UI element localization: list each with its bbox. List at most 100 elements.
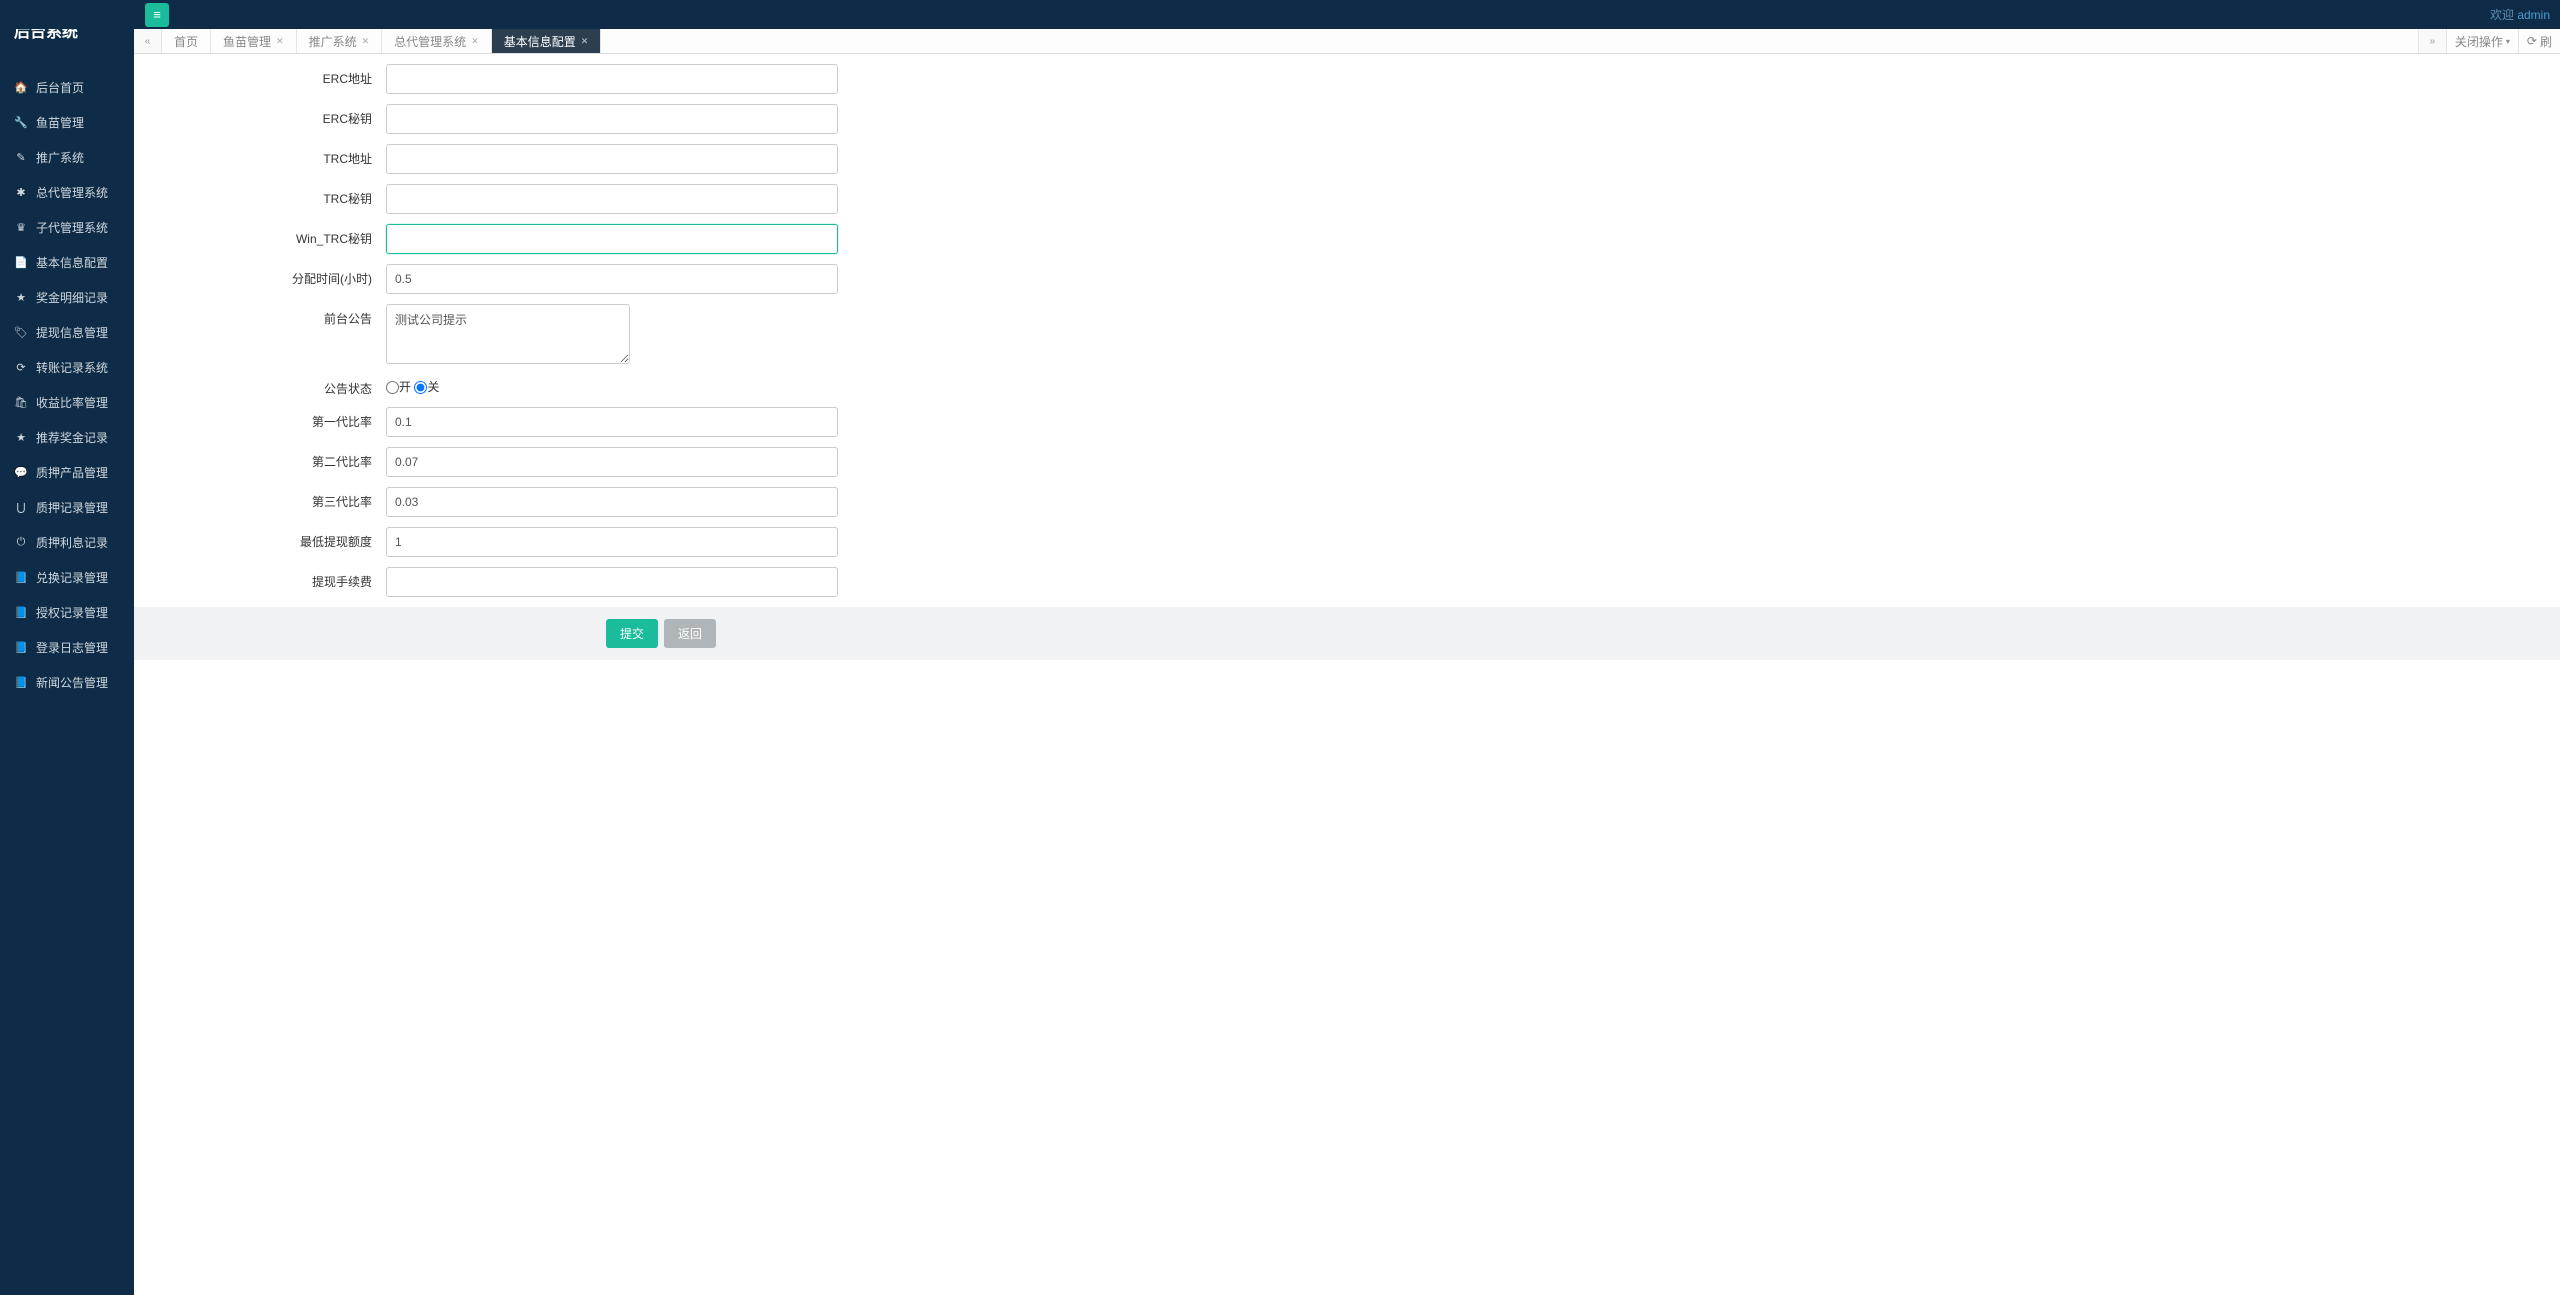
sidebar-item[interactable]: ★ 奖金明细记录 (0, 280, 134, 315)
tab-label: 总代管理系统 (394, 33, 466, 50)
sidebar-item-label: 登录日志管理 (36, 639, 108, 656)
win-trc-secret-label: Win_TRC秘钥 (152, 224, 386, 247)
sidebar-item-icon: ⋃ (14, 501, 28, 514)
sidebar-item-icon: ♛ (14, 221, 28, 234)
welcome-user[interactable]: admin (2517, 8, 2550, 22)
sidebar-item-label: 奖金明细记录 (36, 289, 108, 306)
notice-status-off-label: 关 (427, 380, 439, 394)
tabs-bar: « 首页鱼苗管理✕推广系统✕总代管理系统✕基本信息配置✕ » 关闭操作 ▾ ⟳ … (134, 29, 2560, 54)
tab[interactable]: 推广系统✕ (297, 29, 383, 53)
sidebar-item-label: 质押产品管理 (36, 464, 108, 481)
sidebar-item[interactable]: 🛍收益比率管理 (0, 385, 134, 420)
submit-button[interactable]: 提交 (606, 619, 658, 648)
hamburger-icon: ≡ (153, 7, 161, 22)
gen1-rate-input[interactable] (386, 407, 838, 437)
sidebar-item-icon: 🏠 (14, 81, 28, 94)
sidebar-item[interactable]: 💬 质押产品管理 (0, 455, 134, 490)
withdraw-fee-input[interactable] (386, 567, 838, 597)
win-trc-secret-input[interactable] (386, 224, 838, 254)
sidebar-item-icon: 📘 (14, 676, 28, 689)
sidebar-item[interactable]: ★ 推荐奖金记录 (0, 420, 134, 455)
refresh-icon: ⟳ (2527, 34, 2537, 48)
close-icon[interactable]: ✕ (471, 36, 479, 47)
close-operations-dropdown[interactable]: 关闭操作 ▾ (2446, 29, 2518, 53)
sidebar-item-label: 基本信息配置 (36, 254, 108, 271)
sidebar-item-label: 后台首页 (36, 79, 84, 96)
sidebar-item-label: 新闻公告管理 (36, 674, 108, 691)
tab[interactable]: 首页 (162, 29, 211, 53)
refresh-label: 刷 (2540, 33, 2552, 50)
notice-status-on-radio[interactable] (386, 381, 399, 394)
sidebar-item[interactable]: ♛子代管理系统 (0, 210, 134, 245)
erc-address-input[interactable] (386, 64, 838, 94)
gen2-rate-label: 第二代比率 (152, 447, 386, 470)
gen3-rate-input[interactable] (386, 487, 838, 517)
sidebar-item-icon: ★ (14, 291, 28, 304)
sidebar-item[interactable]: ✎推广系统 (0, 140, 134, 175)
gen2-rate-input[interactable] (386, 447, 838, 477)
erc-secret-input[interactable] (386, 104, 838, 134)
close-icon[interactable]: ✕ (581, 36, 589, 47)
sidebar-item[interactable]: 🏷提现信息管理 (0, 315, 134, 350)
config-form: ERC地址 ERC秘钥 TRC地址 TRC秘钥 Win_TRC秘钥 分配时间(小… (152, 64, 2542, 660)
welcome-prefix: 欢迎 (2490, 8, 2517, 22)
sidebar-item-icon: 🏷 (14, 326, 28, 339)
gen3-rate-label: 第三代比率 (152, 487, 386, 510)
sidebar-item-label: 推荐奖金记录 (36, 429, 108, 446)
sidebar-item-icon: 💬 (14, 466, 28, 479)
min-withdraw-input[interactable] (386, 527, 838, 557)
front-notice-label: 前台公告 (152, 304, 386, 327)
welcome-text: 欢迎 admin (2490, 6, 2550, 23)
sidebar-item-label: 质押利息记录 (36, 534, 108, 551)
sidebar-item[interactable]: ⋃质押记录管理 (0, 490, 134, 525)
tabs-scroll-left-button[interactable]: « (134, 29, 162, 53)
sidebar-item-icon: ✱ (14, 186, 28, 199)
sidebar-item-icon: ★ (14, 431, 28, 444)
sidebar-item[interactable]: 🔧鱼苗管理 (0, 105, 134, 140)
sidebar-item[interactable]: ⏻ 质押利息记录 (0, 525, 134, 560)
sidebar-nav: 🏠 后台首页 🔧鱼苗管理✎推广系统✱总代管理系统♛子代管理系统 📄 基本信息配置 ★ 奖金明… (0, 70, 134, 700)
sidebar-item-icon: 📘 (14, 606, 28, 619)
sidebar-item[interactable]: 📘兑换记录管理 (0, 560, 134, 595)
sidebar-item[interactable]: ⟳转账记录系统 (0, 350, 134, 385)
sidebar-item-label: 授权记录管理 (36, 604, 108, 621)
header: ≡ 欢迎 admin (0, 0, 2560, 29)
min-withdraw-label: 最低提现额度 (152, 527, 386, 550)
refresh-button[interactable]: ⟳ 刷 (2518, 29, 2560, 53)
front-notice-textarea[interactable] (386, 304, 630, 364)
tabs-scroll-right-button[interactable]: » (2418, 29, 2446, 53)
sidebar-item[interactable]: 📄 基本信息配置 (0, 245, 134, 280)
sidebar-item-label: 兑换记录管理 (36, 569, 108, 586)
tab[interactable]: 鱼苗管理 ✕ (211, 29, 297, 53)
erc-secret-label: ERC秘钥 (152, 104, 386, 127)
trc-address-input[interactable] (386, 144, 838, 174)
sidebar-item[interactable]: 📘登录日志管理 (0, 630, 134, 665)
tab[interactable]: 总代管理系统 ✕ (382, 29, 492, 53)
trc-address-label: TRC地址 (152, 144, 386, 167)
sidebar-item[interactable]: 📘 授权记录管理 (0, 595, 134, 630)
close-icon[interactable]: ✕ (276, 36, 284, 47)
sidebar-item[interactable]: 📘 新闻公告管理 (0, 665, 134, 700)
caret-down-icon: ▾ (2506, 37, 2510, 46)
content-area: ERC地址 ERC秘钥 TRC地址 TRC秘钥 Win_TRC秘钥 分配时间(小… (134, 54, 2560, 1295)
sidebar-item[interactable]: ✱总代管理系统 (0, 175, 134, 210)
back-button[interactable]: 返回 (664, 619, 716, 648)
alloc-time-input[interactable] (386, 264, 838, 294)
notice-status-off-radio[interactable] (414, 381, 427, 394)
trc-secret-input[interactable] (386, 184, 838, 214)
notice-status-radio-group: 开 关 (386, 374, 439, 395)
sidebar-item[interactable]: 🏠 后台首页 (0, 70, 134, 105)
tab[interactable]: 基本信息配置✕ (492, 29, 602, 53)
sidebar-item-icon: ⟳ (14, 361, 28, 374)
sidebar: 后台系统 🏠后台首页🔧鱼苗管理✎推广系统✱总代管理系统♛子代管理系统📄基本信息配… (0, 0, 134, 1295)
sidebar-toggle-button[interactable]: ≡ (145, 3, 169, 27)
close-icon[interactable]: ✕ (362, 36, 370, 47)
sidebar-item-icon: 📄 (14, 256, 28, 269)
notice-status-on-label: 开 (399, 380, 411, 394)
alloc-time-label: 分配时间(小时) (152, 264, 386, 287)
trc-secret-label: TRC秘钥 (152, 184, 386, 207)
tab-label: 首页 (174, 33, 198, 50)
sidebar-item-icon: ⏻ (14, 536, 28, 549)
double-chevron-left-icon: « (145, 36, 151, 47)
tab-label: 鱼苗管理 (223, 33, 271, 50)
